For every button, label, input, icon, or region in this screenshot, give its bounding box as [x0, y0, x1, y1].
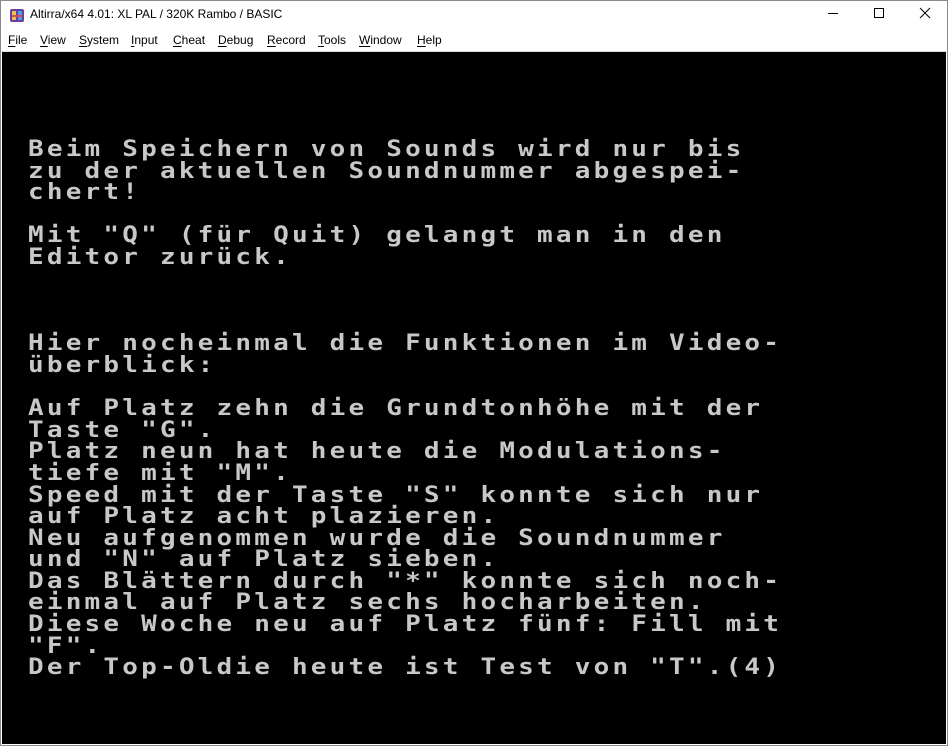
screen-line: und "N" auf Platz sieben. [28, 546, 500, 573]
screen-line: Editor zurück. [28, 244, 292, 270]
menu-view[interactable]: View [40, 33, 66, 47]
altirra-window: Altirra/x64 4.01: XL PAL / 320K Rambo / … [0, 0, 948, 746]
minimize-button[interactable] [810, 0, 856, 30]
menu-record[interactable]: Record [267, 33, 306, 47]
menu-help[interactable]: Help [417, 33, 442, 47]
maximize-icon [873, 6, 885, 24]
screen-line: Auf Platz zehn die Grundtonhöhe mit der [28, 395, 764, 422]
emulator-screen[interactable]: Beim Speichern von Sounds wird nur bis z… [2, 52, 946, 744]
close-icon [919, 6, 931, 24]
altirra-app-icon[interactable] [9, 8, 25, 23]
screen-line: einmal auf Platz sechs hocharbeiten. [28, 589, 707, 616]
menu-input[interactable]: Input [131, 33, 158, 47]
screen-line: überblick: [28, 352, 217, 378]
menu-bar: File View System Input Cheat Debug Recor… [0, 30, 948, 51]
menu-file[interactable]: File [8, 33, 27, 47]
menu-cheat[interactable]: Cheat [173, 33, 205, 47]
screen-line: Mit "Q" (für Quit) gelangt man in den [28, 222, 726, 249]
screen-line: Neu aufgenommen wurde die Soundnummer [28, 524, 726, 551]
screen-line: chert! [28, 179, 142, 206]
screen-line [28, 313, 782, 332]
screen-line: Der Top-Oldie heute ist Test von "T".(4) [28, 654, 783, 681]
screen-line: zu der aktuellen Soundnummer abgespei- [28, 157, 745, 184]
screen-line: Hier nocheinmal die Funktionen im Video- [28, 330, 783, 357]
screen-line: Diese Woche neu auf Platz fünf: Fill mit [28, 611, 783, 638]
menu-system[interactable]: System [79, 33, 119, 47]
menu-debug[interactable]: Debug [218, 33, 253, 47]
screen-line [28, 378, 782, 397]
screen-line [28, 292, 782, 311]
screen-line: Taste "G". [28, 416, 217, 443]
menu-tools[interactable]: Tools [318, 33, 346, 47]
minimize-icon [827, 6, 839, 24]
screen-line [28, 270, 782, 289]
screen-line: auf Platz acht plazieren. [28, 503, 500, 530]
screen-text: Beim Speichern von Sounds wird nur bis z… [28, 136, 783, 681]
screen-line: Beim Speichern von Sounds wird nur bis [28, 136, 745, 163]
screen-line [28, 205, 782, 224]
screen-line: Das Blättern durch "*" konnte sich noch- [28, 568, 783, 594]
screen-line: tiefe mit "M". [28, 460, 292, 486]
menu-window[interactable]: Window [359, 33, 402, 47]
screen-line: Speed mit der Taste "S" konnte sich nur [28, 481, 764, 508]
screen-line: Platz neun hat heute die Modulations- [28, 438, 726, 465]
close-button[interactable] [902, 0, 948, 30]
title-bar[interactable]: Altirra/x64 4.01: XL PAL / 320K Rambo / … [0, 0, 948, 30]
window-title: Altirra/x64 4.01: XL PAL / 320K Rambo / … [30, 7, 283, 21]
maximize-button[interactable] [856, 0, 902, 30]
screen-line: "F". [28, 632, 104, 659]
